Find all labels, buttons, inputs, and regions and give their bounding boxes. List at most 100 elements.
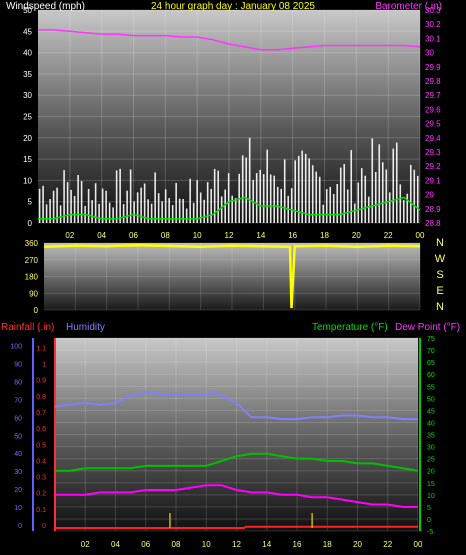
barometer-axis-label: Barometer (.in)	[375, 1, 442, 12]
barometer-tick: 29.6	[425, 105, 441, 114]
top-x-tick: 20	[352, 231, 361, 240]
bottom-x-tick: 08	[172, 540, 181, 549]
direction-compass-tick: S	[436, 269, 443, 281]
temperature-tick: 5	[427, 505, 431, 512]
rainfall-tick: 0.9	[36, 378, 46, 385]
windspeed-tick: 5	[28, 198, 33, 207]
temperature-tick: 45	[427, 408, 435, 415]
barometer-tick: 28.9	[425, 205, 441, 214]
temperature-tick: 55	[427, 384, 435, 391]
humidity-tick-labels: 0 10 20 30 40 50 60 70 80 90 100	[10, 344, 22, 530]
temperature-tick: 35	[427, 433, 435, 440]
bottom-x-tick: 10	[202, 540, 211, 549]
bottom-x-tick: 00	[414, 540, 423, 549]
rainfall-tick: 0.8	[36, 394, 46, 401]
barometer-tick-labels: 28.8 28.9 29 29.1 29.2 29.3 29.4 29.5 29.6 29.7 29…	[425, 6, 441, 228]
rainfall-tick: 0.3	[36, 475, 46, 482]
temperature-tick: 15	[427, 481, 435, 488]
direction-degree-tick: 180	[25, 273, 39, 282]
wind-barometer-chart: 05101520253035404550 28.828.92929.129.22…	[6, 1, 442, 240]
barometer-tick: 28.8	[425, 219, 441, 228]
bottom-x-tick: 14	[262, 540, 271, 549]
top-x-tick: 02	[65, 231, 74, 240]
top-x-tick: 18	[320, 231, 329, 240]
temperature-tick: 75	[427, 336, 435, 343]
barometer-tick: 29.3	[425, 148, 441, 157]
humidity-tick: 70	[14, 397, 22, 404]
humidity-tick: 0	[18, 523, 22, 530]
barometer-tick: 29.2	[425, 162, 441, 171]
temperature-tick: 20	[427, 469, 435, 476]
humidity-tick: 20	[14, 487, 22, 494]
barometer-tick: 30	[425, 49, 434, 58]
direction-compass-tick: N	[436, 301, 444, 313]
humidity-tick: 50	[14, 433, 22, 440]
windspeed-tick: 15	[23, 155, 32, 164]
temperature-tick: 40	[427, 420, 435, 427]
humidity-tick: 80	[14, 379, 22, 386]
chart-title: 24 hour graph day : January 08 2025	[151, 1, 315, 12]
bottom-x-tick: 22	[383, 540, 392, 549]
temperature-tick: 30	[427, 445, 435, 452]
rainfall-tick: 0.5	[36, 442, 46, 449]
windspeed-tick: 10	[23, 176, 32, 185]
barometer-tick: 29.9	[425, 63, 441, 72]
humidity-axis-label: Humidity	[66, 322, 105, 333]
temperature-tick: 25	[427, 457, 435, 464]
barometer-tick: 29.8	[425, 77, 441, 86]
rainfall-tick: 0.7	[36, 410, 46, 417]
temperature-tick: 10	[427, 493, 435, 500]
top-x-tick: 16	[288, 231, 297, 240]
direction-degree-labels: 0 90 180 270 360	[25, 239, 39, 315]
direction-compass-tick: E	[436, 285, 443, 297]
top-x-tick: 22	[384, 231, 393, 240]
weather-graph: 05101520253035404550 28.828.92929.129.22…	[1, 1, 460, 549]
temperature-tick-labels: -5 0 5 10 15 20 25 30 35 40 45 50 55 60 65 70 75	[427, 336, 435, 536]
temperature-tick: 50	[427, 396, 435, 403]
direction-compass-tick: N	[436, 237, 444, 249]
bottom-x-tick: 20	[353, 540, 362, 549]
top-x-tick: 10	[193, 231, 202, 240]
humidity-tick: 60	[14, 415, 22, 422]
direction-degree-tick: 0	[34, 306, 39, 315]
windspeed-axis-label: Windspeed (mph)	[6, 1, 85, 12]
direction-compass-tick: W	[435, 253, 446, 265]
temperature-tick: -5	[427, 529, 433, 536]
temperature-tick: 60	[427, 372, 435, 379]
barometer-tick: 29.7	[425, 91, 441, 100]
humidity-tick: 10	[14, 505, 22, 512]
bottom-x-tick: 06	[141, 540, 150, 549]
rainfall-tick: 0.1	[36, 507, 46, 514]
top-x-tick: 14	[256, 231, 265, 240]
top-x-tick: 06	[129, 231, 138, 240]
top-x-tick: 04	[97, 231, 106, 240]
windspeed-tick: 35	[23, 70, 32, 79]
direction-degree-tick: 270	[25, 256, 39, 265]
windspeed-tick: 25	[23, 113, 32, 122]
barometer-tick: 30.2	[425, 20, 441, 29]
direction-compass-labels: NWSEN	[435, 237, 446, 313]
barometer-tick: 29.1	[425, 176, 441, 185]
humidity-tick: 100	[10, 344, 22, 351]
direction-degree-tick: 360	[25, 239, 39, 248]
rainfall-tick: 0.4	[36, 458, 46, 465]
barometer-tick: 29	[425, 191, 434, 200]
bottom-x-tick: 04	[111, 540, 120, 549]
rainfall-tick: 0.2	[36, 491, 46, 498]
rainfall-axis-label: Rainfall (.in)	[1, 322, 54, 333]
top-x-tick: 12	[225, 231, 234, 240]
humidity-tick: 40	[14, 451, 22, 458]
temperature-tick: 65	[427, 360, 435, 367]
windspeed-tick: 40	[23, 49, 32, 58]
rainfall-tick-labels: 0 0.1 0.2 0.3 0.4 0.5 0.6 0.7 0.8 0.9 1 1.1	[36, 345, 46, 530]
bottom-x-tick: 16	[293, 540, 302, 549]
windspeed-tick: 45	[23, 27, 32, 36]
humidity-tick: 90	[14, 361, 22, 368]
rainfall-tick: 1	[42, 362, 46, 369]
barometer-tick: 29.4	[425, 134, 441, 143]
temperature-tick: 70	[427, 348, 435, 355]
windspeed-tick-labels: 05101520253035404550	[23, 6, 32, 228]
top-x-tick: 08	[161, 231, 170, 240]
temperature-axis-label: Temperature (°F)	[312, 322, 388, 333]
top-x-tick-labels: 02 04 06 08 10 12 14 16 18 20 22 00	[65, 231, 425, 240]
